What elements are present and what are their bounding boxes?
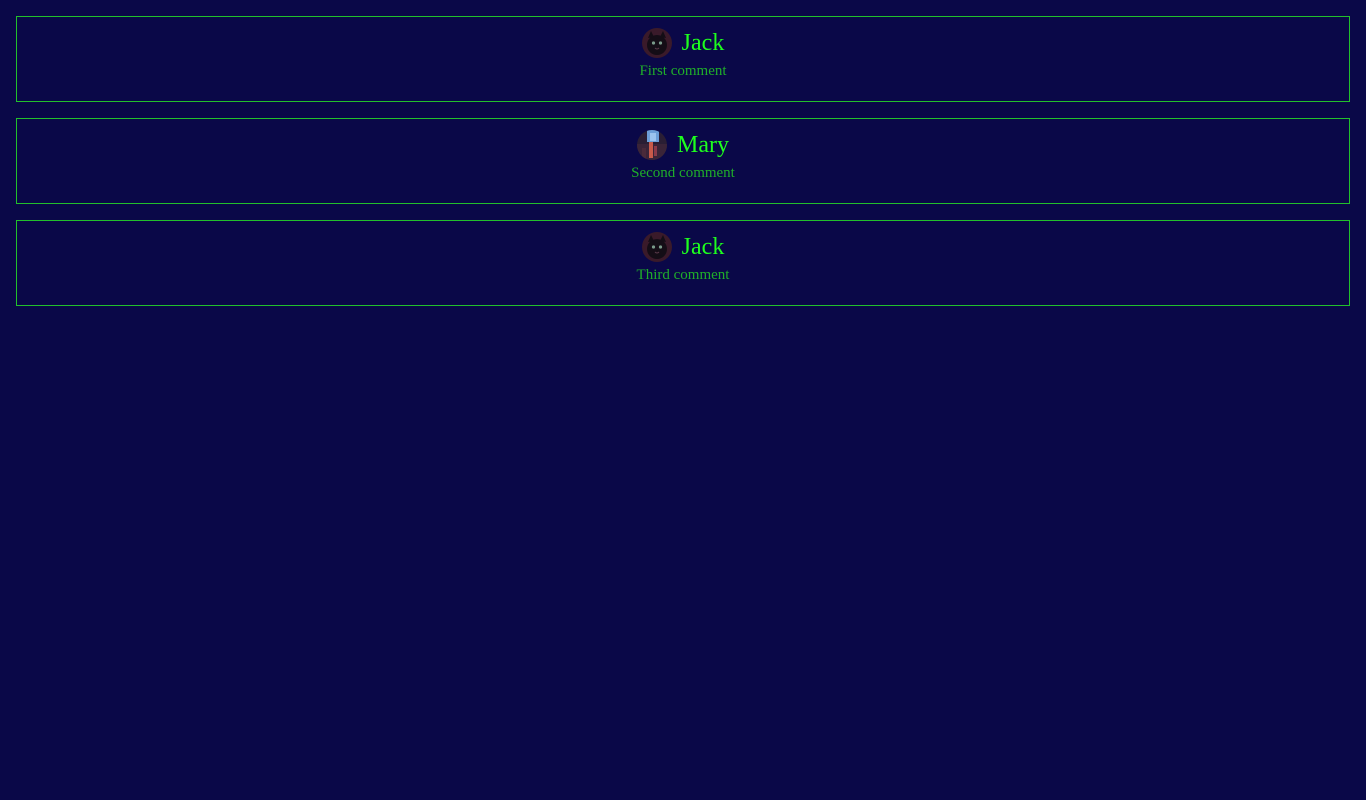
comment-text: Second comment xyxy=(631,165,735,181)
black-cat-avatar-icon xyxy=(641,232,672,262)
comment-author[interactable]: Jack xyxy=(682,231,725,263)
comment-card: Jack Third comment xyxy=(16,220,1350,306)
comment-author[interactable]: Mary xyxy=(677,129,729,161)
comment-header: Jack xyxy=(17,231,1349,263)
comment-text: Third comment xyxy=(636,267,730,283)
black-cat-avatar-icon xyxy=(641,28,672,58)
comment-header: Jack xyxy=(17,27,1349,59)
comment-card: Mary Second comment xyxy=(16,118,1350,204)
comment-list: Jack First comment Mary Second comment J… xyxy=(0,0,1366,306)
comment-header: Mary xyxy=(17,129,1349,161)
comment-card: Jack First comment xyxy=(16,16,1350,102)
night-city-avatar-icon xyxy=(637,130,667,160)
comment-text: First comment xyxy=(639,63,727,79)
comment-author[interactable]: Jack xyxy=(682,27,725,59)
